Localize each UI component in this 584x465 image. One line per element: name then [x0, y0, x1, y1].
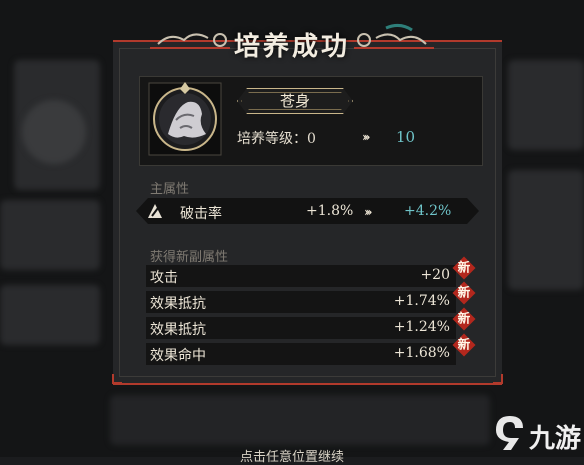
sub-attr-section-title: 获得新副属性: [150, 250, 229, 265]
background-panel-right: [508, 60, 584, 150]
background-strip-left: [0, 200, 100, 270]
sub-attr-value: +1.24%: [393, 319, 450, 335]
title-banner: 培养成功: [150, 18, 434, 62]
main-attr-new-value: +4.2%: [404, 203, 452, 219]
main-attr-name: 破击率: [180, 206, 222, 222]
arrow-icon: ›››: [362, 130, 371, 144]
main-attr-old-value: +1.8%: [306, 203, 354, 219]
level-label: 培养等级：0: [237, 131, 316, 147]
background-bottom: [110, 395, 490, 445]
level-new-value: 10: [396, 128, 416, 146]
panel-corner: [112, 374, 122, 384]
hero-name: 苍身: [279, 92, 310, 110]
jiuyou-logo: 九游: [493, 414, 583, 454]
panel-corner: [493, 374, 503, 384]
background-panel-right-2: [508, 170, 584, 290]
sub-attr-value: +1.68%: [393, 345, 450, 361]
main-attr-section-title: 主属性: [150, 182, 190, 197]
background-strip-left-2: [0, 285, 100, 345]
sub-attr-value: +20: [420, 267, 450, 283]
sub-attr-value: +1.74%: [393, 293, 450, 309]
arrow-icon: ›››: [364, 205, 373, 219]
sub-attr-name: 效果命中: [150, 348, 206, 364]
jiuyou-logo-icon: [496, 416, 523, 450]
sub-attr-name: 效果抵抗: [150, 296, 206, 312]
hero-name-tag: 苍身: [237, 88, 353, 114]
watermark-text: 九游: [529, 424, 582, 454]
hero-portrait: [148, 82, 222, 156]
page-title: 培养成功: [233, 32, 350, 62]
background-circle: [22, 100, 86, 164]
crit-icon: [148, 204, 162, 218]
sub-attr-name: 效果抵抗: [150, 322, 206, 338]
sub-attr-name: 攻击: [150, 270, 178, 286]
